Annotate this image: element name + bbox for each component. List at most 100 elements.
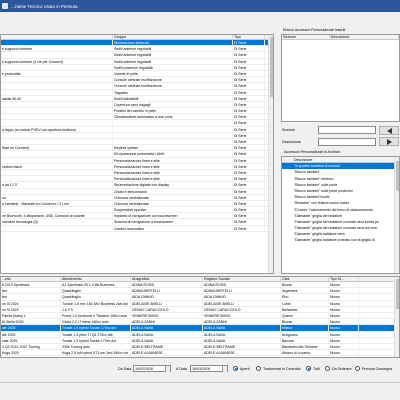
- da-ordinare-radio[interactable]: [325, 366, 330, 371]
- aperti-label[interactable]: Aperti: [240, 367, 249, 371]
- aperti-radio[interactable]: [233, 366, 238, 371]
- accessories-scrollbar[interactable]: [268, 35, 273, 273]
- cell-gruppo: Console centrale multifunzione: [113, 77, 233, 83]
- cell-descrizione: [1, 151, 113, 157]
- cell-gruppo: Sedili anteriori regolabili: [113, 46, 233, 52]
- cell-c6: Nuovo: [329, 350, 359, 356]
- cell-tipo: Di Serie: [233, 151, 265, 157]
- trasformati-label[interactable]: Trasformati in Contratto: [263, 367, 301, 371]
- col-citta[interactable]: Città: [281, 277, 329, 281]
- cell-c3: ADELE BELTRAME: [131, 343, 203, 350]
- cell-c1: tti Giulia 2025: [1, 319, 61, 325]
- a-data-input[interactable]: 16/03/2026: [190, 365, 228, 372]
- trasformati-radio[interactable]: [256, 366, 261, 371]
- da-data-label: Da Data: [118, 367, 132, 371]
- cell-gruppo: [113, 120, 233, 126]
- list-item[interactable]: "Diamante" griglia radiatore cromato con…: [282, 237, 399, 243]
- cell-c5: Albano di Lucania: [281, 350, 329, 356]
- prenota-radio[interactable]: [355, 366, 360, 371]
- inserted-list[interactable]: Sezione Descrizione: [281, 34, 400, 122]
- cell-c5: Brunis: [281, 282, 329, 288]
- col-tipo-movimento[interactable]: Tipo M...: [329, 277, 359, 281]
- cell-c6: Nuovo: [329, 294, 359, 300]
- cell-c3: ADINA BERTELLI: [131, 288, 203, 294]
- cell-c1: on III 2024: [1, 306, 61, 312]
- cell-tipo: Di Serie: [233, 207, 265, 213]
- vehicles-table[interactable]: ...ello Allestimento Anagrafica Ragione …: [0, 276, 400, 358]
- prenota-label[interactable]: Prenota Consegna: [362, 367, 392, 371]
- cell-gruppo: Chiusura centralizzata: [113, 200, 233, 207]
- col-allestimento[interactable]: Allestimento: [61, 277, 131, 281]
- cell-c5: Arzignano: [281, 331, 329, 337]
- cell-gruppo: Personalizzazioni linea e stile: [113, 176, 233, 182]
- cell-tipo: Di Serie: [233, 95, 265, 101]
- col-gruppo[interactable]: Gruppo: [113, 35, 233, 39]
- arrow-left-icon: [386, 127, 392, 134]
- app-icon: [2, 3, 8, 9]
- cell-tipo: Di Serie: [233, 58, 265, 64]
- cell-tipo: Di Serie: [233, 89, 265, 95]
- table-row[interactable]: Kuga 2020 Kuga 2.5 full hybrid ST-Line 2w…: [1, 350, 399, 357]
- cell-c3: ADELAIDE ANELLI: [131, 300, 203, 306]
- cell-c3: GENNY CARACCIOLO: [131, 306, 203, 312]
- col-ragione-sociale[interactable]: Ragione Sociale: [203, 277, 281, 281]
- cell-c5: Quarto: [281, 312, 329, 319]
- descrizione-input[interactable]: [318, 138, 376, 146]
- cell-descrizione: [1, 89, 113, 95]
- da-ordinare-label[interactable]: Da Ordinare: [332, 367, 352, 371]
- cell-c3: ADELA NAVA: [131, 325, 203, 331]
- cell-gruppo: [113, 126, 233, 132]
- cell-descrizione: e supporto lombare (4 vie per Connect): [1, 58, 113, 64]
- arrow-right-icon: [386, 138, 392, 145]
- cell-gruppo: Illuminazione abitacolo: [113, 40, 233, 46]
- da-data-value: 16/02/2026: [135, 367, 153, 371]
- accessories-table[interactable]: Gruppo Tipo Illuminazione abitacolo Di Se…: [0, 34, 274, 274]
- cell-gruppo: Cambio automatico: [113, 225, 233, 231]
- cell-c6: Nuovo: [329, 288, 359, 294]
- cell-tipo: Di Serie: [233, 176, 265, 182]
- cell-gruppo: Keyless system: [113, 145, 233, 151]
- archive-list[interactable]: Descrizione "in quattro lunettisti di sca…: [281, 156, 400, 274]
- cell-descrizione: e profondità: [1, 70, 113, 77]
- vehicles-rows: ft 2019 Sportback A1 Sportback 25 1.0 tfs…: [1, 282, 399, 357]
- cell-descrizione: nnection tecnologia Qi): [1, 219, 113, 225]
- tutti-radio[interactable]: [306, 366, 311, 371]
- cell-tipo: Di Serie: [233, 169, 265, 176]
- cell-tipo: Di Serie: [233, 52, 265, 58]
- cell-descrizione: [1, 108, 113, 114]
- calendar-icon[interactable]: [165, 366, 170, 372]
- cell-gruppo: Personalizzazioni linea e stile: [113, 157, 233, 163]
- cell-c1: 3 Q3 2021-2022 Touring: [1, 343, 61, 350]
- col-modello[interactable]: ...ello: [1, 277, 61, 281]
- cell-tipo: Di Serie: [233, 83, 265, 89]
- table-row[interactable]: Cambio automatico Di Serie: [1, 225, 273, 232]
- filter-bar: Da Data 16/02/2026 A Data 16/03/2026 Ape…: [0, 360, 400, 380]
- col-sezione[interactable]: Sezione: [282, 35, 330, 39]
- col-descrizione-ins[interactable]: Descrizione: [330, 35, 399, 39]
- cell-c4: GENNY CARACCIOLO: [203, 306, 281, 312]
- cell-descrizione: [1, 101, 113, 108]
- cell-tipo: Di Serie: [233, 213, 265, 219]
- calendar-icon[interactable]: [222, 366, 227, 372]
- cell-tipo: Di Serie: [233, 46, 265, 52]
- sezione-input[interactable]: [318, 126, 376, 134]
- add-accessory-button[interactable]: [379, 126, 399, 135]
- remove-accessory-button[interactable]: [379, 137, 399, 146]
- da-data-input[interactable]: 16/02/2026: [133, 365, 171, 372]
- cell-descrizione: ne Bluetooth, 4 altoparlanti, USB, Coman…: [1, 213, 113, 219]
- cell-gruppo: Sedili anteriori regolabili: [113, 52, 233, 58]
- cell-c2: Giulia 2.2 t Tmene 160cv auto: [61, 319, 131, 325]
- cell-c2: Kuga 2.5 full hybrid ST-Line 2wd 190cv c…: [61, 350, 131, 356]
- vehicles-scrollbar[interactable]: [394, 277, 399, 357]
- col-anagrafica[interactable]: Anagrafica: [131, 277, 203, 281]
- col-descrizione[interactable]: [1, 35, 113, 39]
- col-tipo[interactable]: Tipo: [233, 35, 265, 39]
- inserted-title: Elenco Accessori Personalizzati Inseriti: [282, 28, 347, 32]
- cell-c3: ADINA ROSSI: [131, 282, 203, 288]
- archive-title: Accessori Personalizzati in Archivio: [283, 150, 342, 154]
- archive-scrollbar[interactable]: [394, 157, 399, 273]
- a-data-label: A Data: [176, 367, 187, 371]
- tutti-label[interactable]: Tutti: [313, 367, 320, 371]
- cell-descrizione: [1, 207, 113, 213]
- cell-c1: ale 2025: [1, 331, 61, 337]
